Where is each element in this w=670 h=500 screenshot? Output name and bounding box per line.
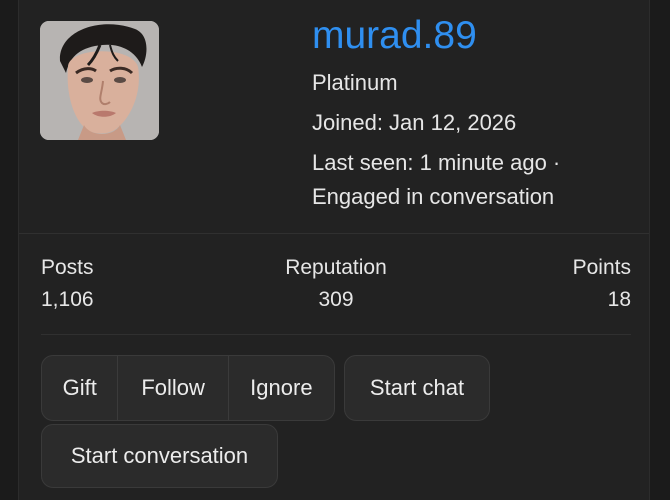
stat-posts-label: Posts xyxy=(41,256,94,279)
current-activity: Engaged in conversation xyxy=(312,184,555,209)
user-rank: Platinum xyxy=(312,70,398,95)
member-stats: Posts 1,106 Reputation 309 Points 18 xyxy=(41,252,631,335)
avatar-image xyxy=(40,21,159,140)
start-conversation-button[interactable]: Start conversation xyxy=(41,424,278,488)
start-chat-button[interactable]: Start chat xyxy=(344,355,490,421)
stat-reputation-value: 309 xyxy=(318,288,354,311)
stat-posts[interactable]: Posts 1,106 xyxy=(41,252,94,316)
ignore-button[interactable]: Ignore xyxy=(227,356,334,420)
member-card: murad.89 Platinum Joined: Jan 12, 2026 L… xyxy=(18,0,650,500)
stat-points-label: Points xyxy=(572,256,631,279)
profile-info: murad.89 Platinum Joined: Jan 12, 2026 L… xyxy=(312,14,560,214)
action-button-group: Gift Follow Ignore xyxy=(41,355,335,421)
stat-points[interactable]: Points 18 xyxy=(573,252,631,316)
gift-button[interactable]: Gift xyxy=(42,356,117,420)
stat-reputation[interactable]: Reputation 309 xyxy=(285,252,387,316)
follow-button[interactable]: Follow xyxy=(117,356,227,420)
stat-points-value: 18 xyxy=(607,288,631,311)
stat-posts-value: 1,106 xyxy=(41,288,94,311)
stat-reputation-label: Reputation xyxy=(285,256,387,279)
profile-header: murad.89 Platinum Joined: Jan 12, 2026 L… xyxy=(19,0,649,234)
username-link[interactable]: murad.89 xyxy=(312,14,560,58)
last-seen: Last seen: 1 minute ago · xyxy=(312,150,561,175)
avatar[interactable] xyxy=(40,21,159,140)
joined-date: Joined: Jan 12, 2026 xyxy=(312,110,517,135)
